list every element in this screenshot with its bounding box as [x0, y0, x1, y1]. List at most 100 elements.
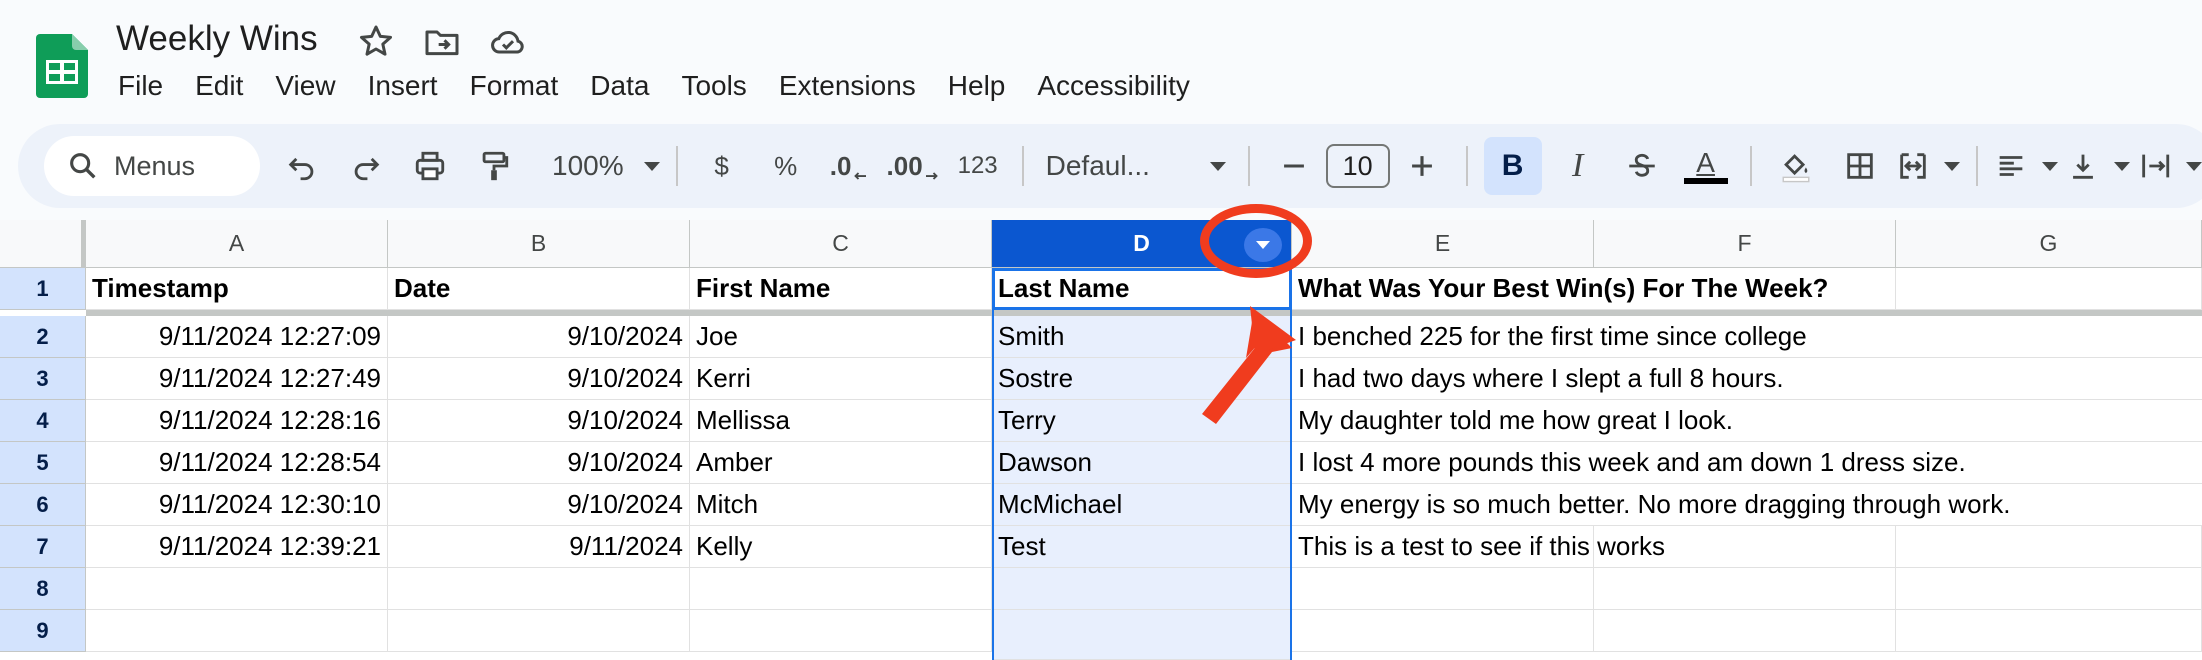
cell-f1[interactable] — [1594, 268, 1896, 310]
cell-f7[interactable] — [1594, 526, 1896, 568]
cell-a5[interactable]: 9/11/2024 12:28:54 — [86, 442, 388, 484]
currency-format-button[interactable]: $ — [694, 138, 750, 194]
cell-e3[interactable]: I had two days where I slept a full 8 ho… — [1292, 358, 2202, 400]
cell-c3[interactable]: Kerri — [690, 358, 992, 400]
cell-d8[interactable] — [992, 568, 1292, 610]
cell-b6[interactable]: 9/10/2024 — [388, 484, 690, 526]
document-title[interactable]: Weekly Wins — [116, 14, 318, 64]
cell-d5[interactable]: Dawson — [992, 442, 1292, 484]
cell-e4[interactable]: My daughter told me how great I look. — [1292, 400, 2202, 442]
print-button[interactable] — [402, 138, 458, 194]
row-header-2[interactable]: 2 — [0, 316, 86, 358]
cell-d6[interactable]: McMichael — [992, 484, 1292, 526]
number-format-button[interactable]: 123 — [950, 138, 1006, 194]
vertical-align-button[interactable] — [2066, 138, 2130, 194]
cell-b1[interactable]: Date — [388, 268, 690, 310]
sheets-logo-icon[interactable] — [36, 34, 88, 98]
cell-a3[interactable]: 9/11/2024 12:27:49 — [86, 358, 388, 400]
text-color-button[interactable]: A — [1678, 138, 1734, 194]
row-header-6[interactable]: 6 — [0, 484, 86, 526]
merge-cells-button[interactable] — [1896, 138, 1960, 194]
increase-decimal-button[interactable]: .00 — [886, 138, 942, 194]
cell-b7[interactable]: 9/11/2024 — [388, 526, 690, 568]
cell-c7[interactable]: Kelly — [690, 526, 992, 568]
menu-help[interactable]: Help — [932, 66, 1022, 106]
menu-edit[interactable]: Edit — [179, 66, 259, 106]
row-header-7[interactable]: 7 — [0, 526, 86, 568]
cell-b5[interactable]: 9/10/2024 — [388, 442, 690, 484]
cell-c5[interactable]: Amber — [690, 442, 992, 484]
cell-g7[interactable] — [1896, 526, 2202, 568]
select-all-corner[interactable] — [0, 220, 86, 268]
cell-g8[interactable] — [1896, 568, 2202, 610]
row-header-3[interactable]: 3 — [0, 358, 86, 400]
borders-button[interactable] — [1832, 138, 1888, 194]
row-header-5[interactable]: 5 — [0, 442, 86, 484]
column-header-g[interactable]: G — [1896, 220, 2202, 268]
row-header-9[interactable]: 9 — [0, 610, 86, 652]
cell-b8[interactable] — [388, 568, 690, 610]
cell-g1[interactable] — [1896, 268, 2202, 310]
cell-a9[interactable] — [86, 610, 388, 652]
row-header-1[interactable]: 1 — [0, 268, 86, 310]
cloud-saved-icon[interactable] — [488, 22, 528, 62]
cell-f9[interactable] — [1594, 610, 1896, 652]
cell-b2[interactable]: 9/10/2024 — [388, 316, 690, 358]
cell-a4[interactable]: 9/11/2024 12:28:16 — [86, 400, 388, 442]
cell-c6[interactable]: Mitch — [690, 484, 992, 526]
cell-d7[interactable]: Test — [992, 526, 1292, 568]
horizontal-align-button[interactable] — [1994, 138, 2058, 194]
cell-e8[interactable] — [1292, 568, 1594, 610]
zoom-select[interactable]: 100% — [546, 138, 660, 194]
menu-accessibility[interactable]: Accessibility — [1021, 66, 1205, 106]
increase-font-size-button[interactable] — [1394, 138, 1450, 194]
cell-e2[interactable]: I benched 225 for the first time since c… — [1292, 316, 2202, 358]
fill-color-button[interactable] — [1768, 138, 1824, 194]
cell-e5[interactable]: I lost 4 more pounds this week and am do… — [1292, 442, 2202, 484]
menu-search[interactable]: Menus — [44, 136, 260, 196]
cell-f8[interactable] — [1594, 568, 1896, 610]
cell-c2[interactable]: Joe — [690, 316, 992, 358]
menu-file[interactable]: File — [116, 66, 179, 106]
row-header-8[interactable]: 8 — [0, 568, 86, 610]
cell-e6[interactable]: My energy is so much better. No more dra… — [1292, 484, 2202, 526]
column-header-b[interactable]: B — [388, 220, 690, 268]
cell-c8[interactable] — [690, 568, 992, 610]
cell-b3[interactable]: 9/10/2024 — [388, 358, 690, 400]
cell-c9[interactable] — [690, 610, 992, 652]
cell-b9[interactable] — [388, 610, 690, 652]
row-header-4[interactable]: 4 — [0, 400, 86, 442]
cell-c1[interactable]: First Name — [690, 268, 992, 310]
redo-button[interactable] — [338, 138, 394, 194]
cell-a6[interactable]: 9/11/2024 12:30:10 — [86, 484, 388, 526]
menu-view[interactable]: View — [259, 66, 351, 106]
menu-extensions[interactable]: Extensions — [763, 66, 932, 106]
cell-d9[interactable] — [992, 610, 1292, 660]
column-header-c[interactable]: C — [690, 220, 992, 268]
column-header-e[interactable]: E — [1292, 220, 1594, 268]
percent-format-button[interactable]: % — [758, 138, 814, 194]
cell-a1[interactable]: Timestamp — [86, 268, 388, 310]
cell-a7[interactable]: 9/11/2024 12:39:21 — [86, 526, 388, 568]
paint-format-button[interactable] — [466, 138, 522, 194]
decrease-font-size-button[interactable] — [1266, 138, 1322, 194]
text-wrapping-button[interactable] — [2138, 138, 2202, 194]
undo-button[interactable] — [274, 138, 330, 194]
cell-a2[interactable]: 9/11/2024 12:27:09 — [86, 316, 388, 358]
italic-button[interactable]: I — [1550, 138, 1606, 194]
cell-a8[interactable] — [86, 568, 388, 610]
menu-format[interactable]: Format — [454, 66, 575, 106]
cell-e9[interactable] — [1292, 610, 1594, 652]
cell-e7[interactable]: This is a test to see if this works — [1292, 526, 1665, 568]
move-to-folder-icon[interactable] — [422, 22, 462, 62]
star-icon[interactable] — [356, 22, 396, 62]
decrease-decimal-button[interactable]: .0 — [822, 138, 878, 194]
font-size-input[interactable]: 10 — [1325, 144, 1390, 188]
cell-c4[interactable]: Mellissa — [690, 400, 992, 442]
menu-tools[interactable]: Tools — [665, 66, 762, 106]
menu-data[interactable]: Data — [574, 66, 665, 106]
menu-insert[interactable]: Insert — [352, 66, 454, 106]
bold-button[interactable]: B — [1483, 137, 1542, 195]
cell-b4[interactable]: 9/10/2024 — [388, 400, 690, 442]
cell-e1[interactable]: What Was Your Best Win(s) For The Week? — [1292, 268, 1828, 310]
